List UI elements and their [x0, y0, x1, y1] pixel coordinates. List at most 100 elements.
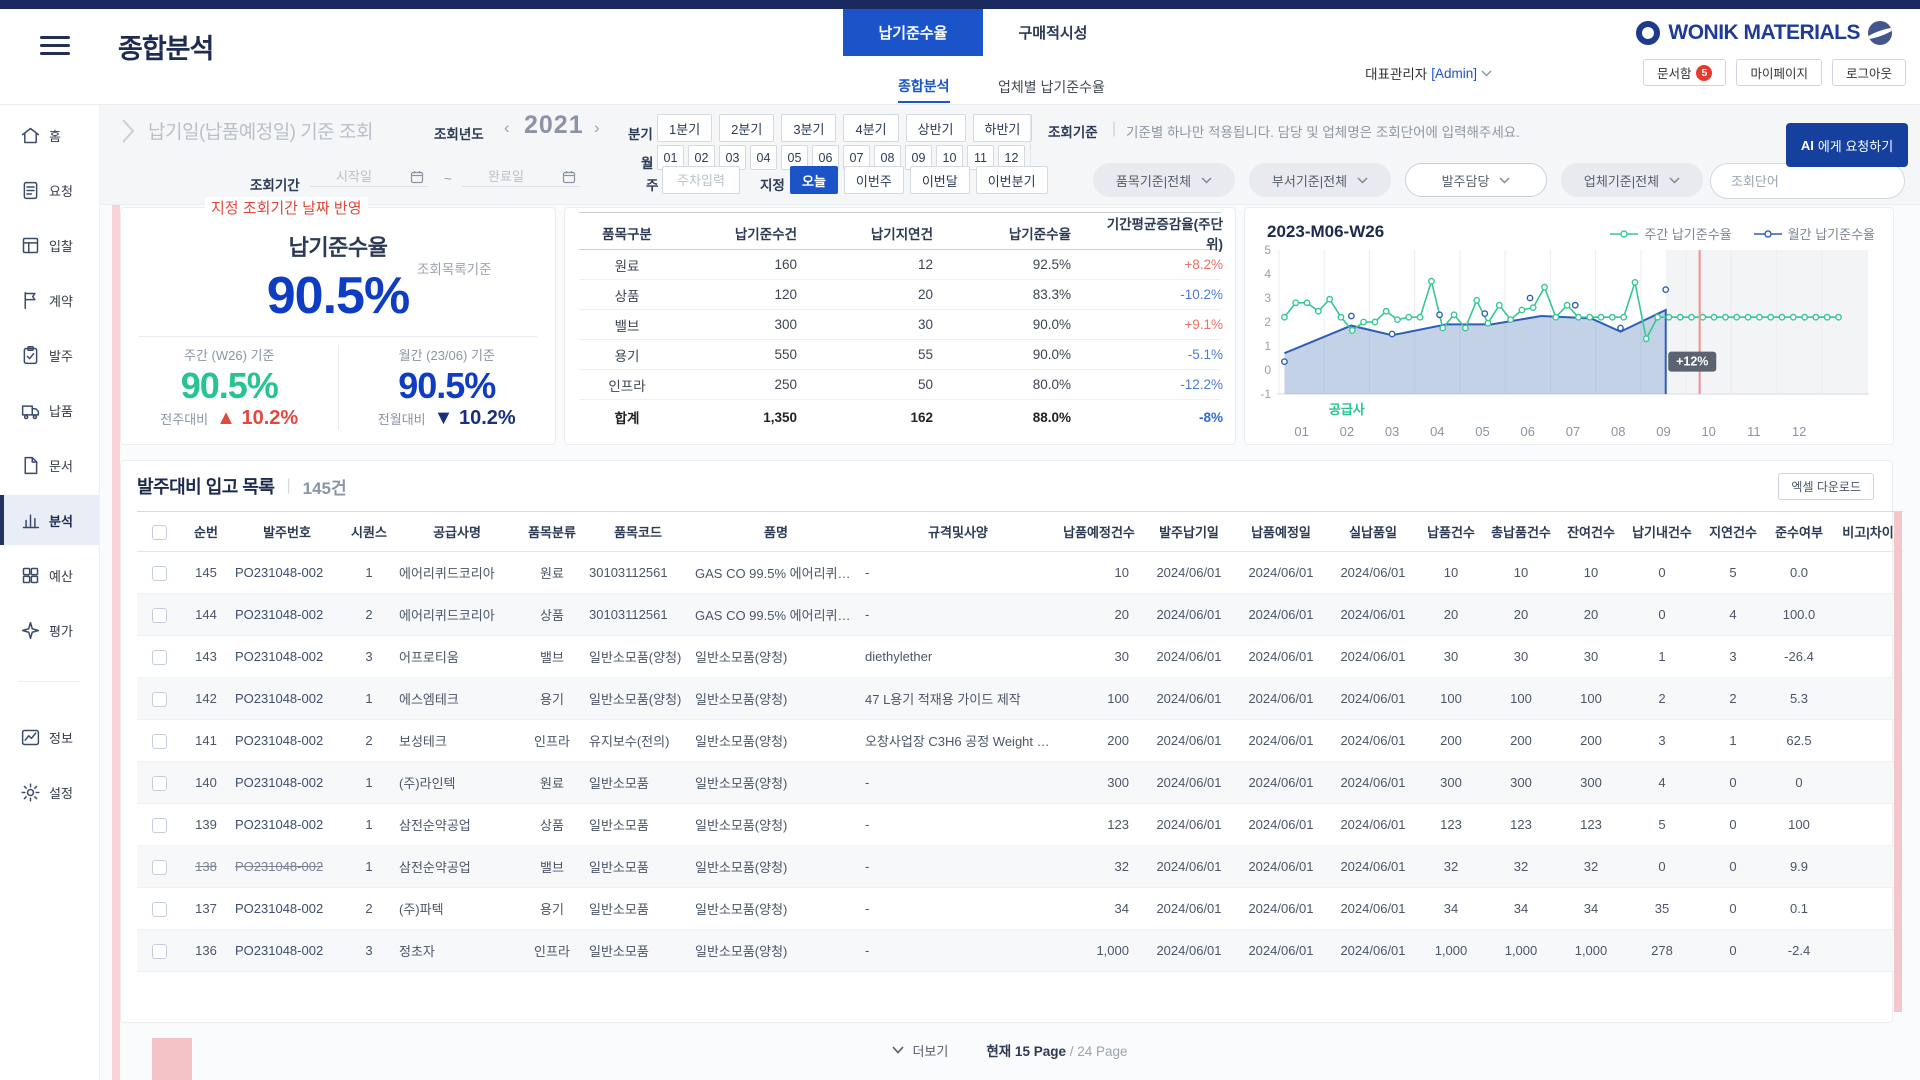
row-checkbox[interactable]: [152, 860, 167, 875]
list-count: 145건: [303, 474, 347, 499]
sidebar-item-label: 정보: [49, 728, 73, 747]
kpi-basis: 조회목록기준: [417, 258, 492, 278]
sidebar-item-info[interactable]: 정보: [0, 712, 99, 762]
settings-icon: [20, 782, 41, 803]
table-row[interactable]: 143PO231048-0023어프로티움밸브일반소모품(양청)일반소모품(양청…: [137, 636, 1903, 678]
document-icon: [20, 455, 41, 476]
end-date-field[interactable]: [462, 167, 580, 187]
row-checkbox[interactable]: [152, 734, 167, 749]
table-row[interactable]: 142PO231048-0021에스엠테크용기일반소모품(양청)일반소모품(양청…: [137, 678, 1903, 720]
docbox-button[interactable]: 문서함5: [1643, 59, 1727, 86]
hamburger-menu-icon[interactable]: [40, 31, 70, 53]
range-button[interactable]: 이번주: [844, 166, 904, 194]
table-row[interactable]: 139PO231048-0021삼전순약공업상품일반소모품일반소모품(양청)-1…: [137, 804, 1903, 846]
range-button[interactable]: 이번달: [910, 166, 970, 194]
kpi-monthly-value: 90.5%: [339, 365, 556, 407]
dropdown-3[interactable]: 업체기준|전체: [1561, 163, 1703, 197]
table-row[interactable]: 144PO231048-0022에어리퀴드코리아상품30103112561GAS…: [137, 594, 1903, 636]
list-scrollbar[interactable]: [1894, 512, 1902, 1012]
svg-text:09: 09: [1656, 424, 1670, 439]
quarter-button-6[interactable]: 하반기: [973, 114, 1033, 142]
row-checkbox[interactable]: [152, 944, 167, 959]
row-checkbox[interactable]: [152, 776, 167, 791]
range-button[interactable]: 오늘: [790, 166, 838, 194]
svg-text:12: 12: [1792, 424, 1806, 439]
quarter-button-4[interactable]: 4분기: [843, 114, 898, 142]
info-icon: [20, 727, 41, 748]
kpi-weekly-value: 90.5%: [121, 365, 338, 407]
subtab-comprehensive[interactable]: 종합분석: [898, 71, 950, 103]
svg-text:08: 08: [1611, 424, 1625, 439]
year-next-button[interactable]: ›: [594, 118, 600, 138]
quarter-button-5[interactable]: 상반기: [906, 114, 966, 142]
sidebar-item-label: 분석: [49, 511, 73, 530]
logout-button[interactable]: 로그아웃: [1832, 59, 1906, 86]
end-date-input[interactable]: [466, 169, 546, 184]
dropdown-0[interactable]: 품목기준|전체: [1093, 163, 1235, 197]
year-prev-button[interactable]: ‹: [504, 118, 510, 138]
range-button[interactable]: 이번분기: [976, 166, 1048, 194]
sidebar-item-label: 홈: [49, 126, 61, 145]
row-checkbox[interactable]: [152, 692, 167, 707]
sidebar-item-request[interactable]: 요청: [0, 165, 99, 215]
tab-delivery-compliance[interactable]: 납기준수율: [843, 9, 983, 56]
row-checkbox[interactable]: [152, 608, 167, 623]
week-label: 주: [646, 174, 658, 194]
row-checkbox[interactable]: [152, 902, 167, 917]
svg-text:03: 03: [1385, 424, 1399, 439]
subtab-by-vendor[interactable]: 업체별 납기준수율: [998, 71, 1105, 103]
filter-dropdowns: 품목기준|전체 부서기준|전체 발주담당 업체기준|전체: [1093, 163, 1703, 197]
sidebar-item-analysis[interactable]: 분석: [0, 495, 99, 545]
sidebar-item-home[interactable]: 홈: [0, 110, 99, 160]
quarter-buttons: 1분기2분기3분기4분기 상반기하반기: [657, 114, 1032, 142]
load-more-button[interactable]: 더보기: [892, 1041, 948, 1060]
select-all-checkbox[interactable]: [152, 525, 167, 540]
search-field[interactable]: [1710, 163, 1905, 199]
dropdown-2[interactable]: 발주담당: [1405, 163, 1547, 197]
week-input[interactable]: [662, 166, 740, 194]
user-menu[interactable]: 대표관리자 [Admin]: [1365, 63, 1492, 83]
search-input[interactable]: [1731, 174, 1907, 189]
dropdown-1[interactable]: 부서기준|전체: [1249, 163, 1391, 197]
kpi-monthly: 월간 (23/06) 기준 90.5% 전월대비▼ 10.2%: [338, 345, 556, 430]
sidebar-item-label: 납품: [49, 401, 73, 420]
svg-text:1: 1: [1264, 339, 1271, 353]
tab-purchase-timeliness[interactable]: 구매적시성: [983, 9, 1123, 56]
ai-request-button[interactable]: AI 에게 요청하기: [1786, 123, 1908, 167]
calendar-icon[interactable]: [410, 170, 424, 184]
sidebar-item-delivery[interactable]: 납품: [0, 385, 99, 435]
svg-text:01: 01: [1294, 424, 1308, 439]
excel-download-button[interactable]: 엑셀 다운로드: [1778, 473, 1874, 500]
sidebar-item-settings[interactable]: 설정: [0, 767, 99, 817]
row-checkbox[interactable]: [152, 566, 167, 581]
start-date-input[interactable]: [314, 169, 394, 184]
sidebar-item-order[interactable]: 발주: [0, 330, 99, 380]
start-date-field[interactable]: [310, 167, 428, 187]
table-row[interactable]: 141PO231048-0022보성테크인프라유지보수(전의)일반소모품(양청)…: [137, 720, 1903, 762]
quarter-button-3[interactable]: 3분기: [781, 114, 836, 142]
mypage-button[interactable]: 마이페이지: [1736, 59, 1822, 86]
quarter-button-2[interactable]: 2분기: [719, 114, 774, 142]
table-row[interactable]: 138PO231048-0021삼전순약공업밸브일반소모품일반소모품(양청)-3…: [137, 846, 1903, 888]
quarter-button-1[interactable]: 1분기: [657, 114, 712, 142]
sidebar-item-bid[interactable]: 입찰: [0, 220, 99, 270]
row-checkbox[interactable]: [152, 818, 167, 833]
svg-text:3: 3: [1264, 291, 1271, 305]
calendar-icon[interactable]: [562, 170, 576, 184]
chevron-down-icon: [1201, 177, 1212, 184]
table-row[interactable]: 140PO231048-0021(주)라인텍원료일반소모품일반소모품(양청)-3…: [137, 762, 1903, 804]
table-row[interactable]: 136PO231048-0023정초자인프라일반소모품일반소모품(양청)-1,0…: [137, 930, 1903, 972]
svg-text:0: 0: [1264, 363, 1271, 377]
row-checkbox[interactable]: [152, 650, 167, 665]
sidebar-item-budget[interactable]: 예산: [0, 550, 99, 600]
sidebar-item-document[interactable]: 문서: [0, 440, 99, 490]
sidebar-item-evaluation[interactable]: 평가: [0, 605, 99, 655]
chart-title: 2023-M06-W26: [1267, 222, 1384, 242]
kpi-weekly-delta: ▲ 10.2%: [216, 407, 298, 430]
docbox-badge: 5: [1696, 65, 1712, 81]
main-content: 지정 조회기간 날짜 반영 납기준수율 조회목록기준 90.5% 주간 (W26…: [100, 205, 1920, 1080]
table-row[interactable]: 137PO231048-0022(주)파텍용기일반소모품일반소모품(양청)-34…: [137, 888, 1903, 930]
sidebar-item-contract[interactable]: 계약: [0, 275, 99, 325]
month-button-04[interactable]: 04: [750, 145, 777, 170]
table-row[interactable]: 145PO231048-0021에어리퀴드코리아원료30103112561GAS…: [137, 552, 1903, 594]
